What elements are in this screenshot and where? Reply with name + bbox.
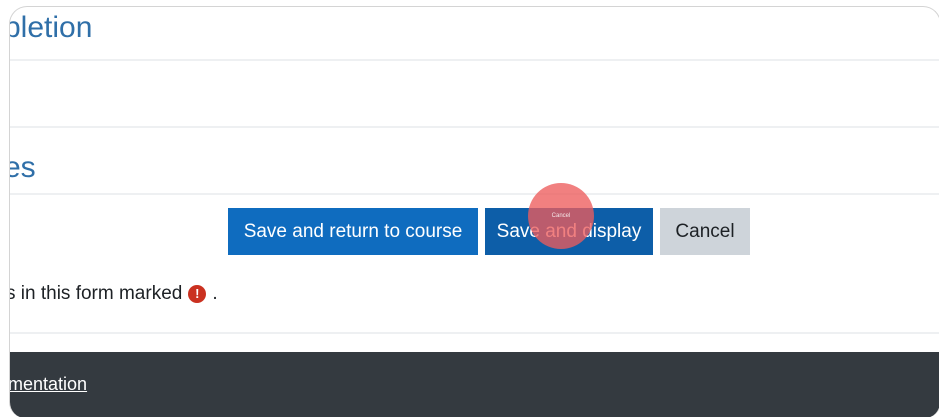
divider [10, 126, 939, 128]
divider [10, 332, 939, 334]
cancel-button[interactable]: Cancel [660, 208, 750, 255]
divider [10, 59, 939, 61]
browser-window: pletion es Save and return to course Sav… [9, 6, 939, 417]
required-note-period: . [212, 283, 218, 304]
required-fields-note: s in this form marked ! . [9, 283, 218, 305]
page-footer: mentation [10, 352, 939, 417]
save-and-return-button[interactable]: Save and return to course [228, 208, 478, 255]
exclamation-circle-icon: ! [188, 285, 207, 303]
divider [10, 193, 939, 195]
section-heading-completion[interactable]: pletion [10, 10, 92, 46]
documentation-link[interactable]: mentation [10, 374, 87, 395]
section-heading-tags[interactable]: es [10, 150, 36, 186]
required-note-text: s in this form marked [9, 283, 183, 304]
screen: pletion es Save and return to course Sav… [0, 0, 939, 417]
save-and-display-button[interactable]: Save and display [485, 208, 653, 255]
form-buttons: Save and return to course Save and displ… [228, 208, 750, 255]
